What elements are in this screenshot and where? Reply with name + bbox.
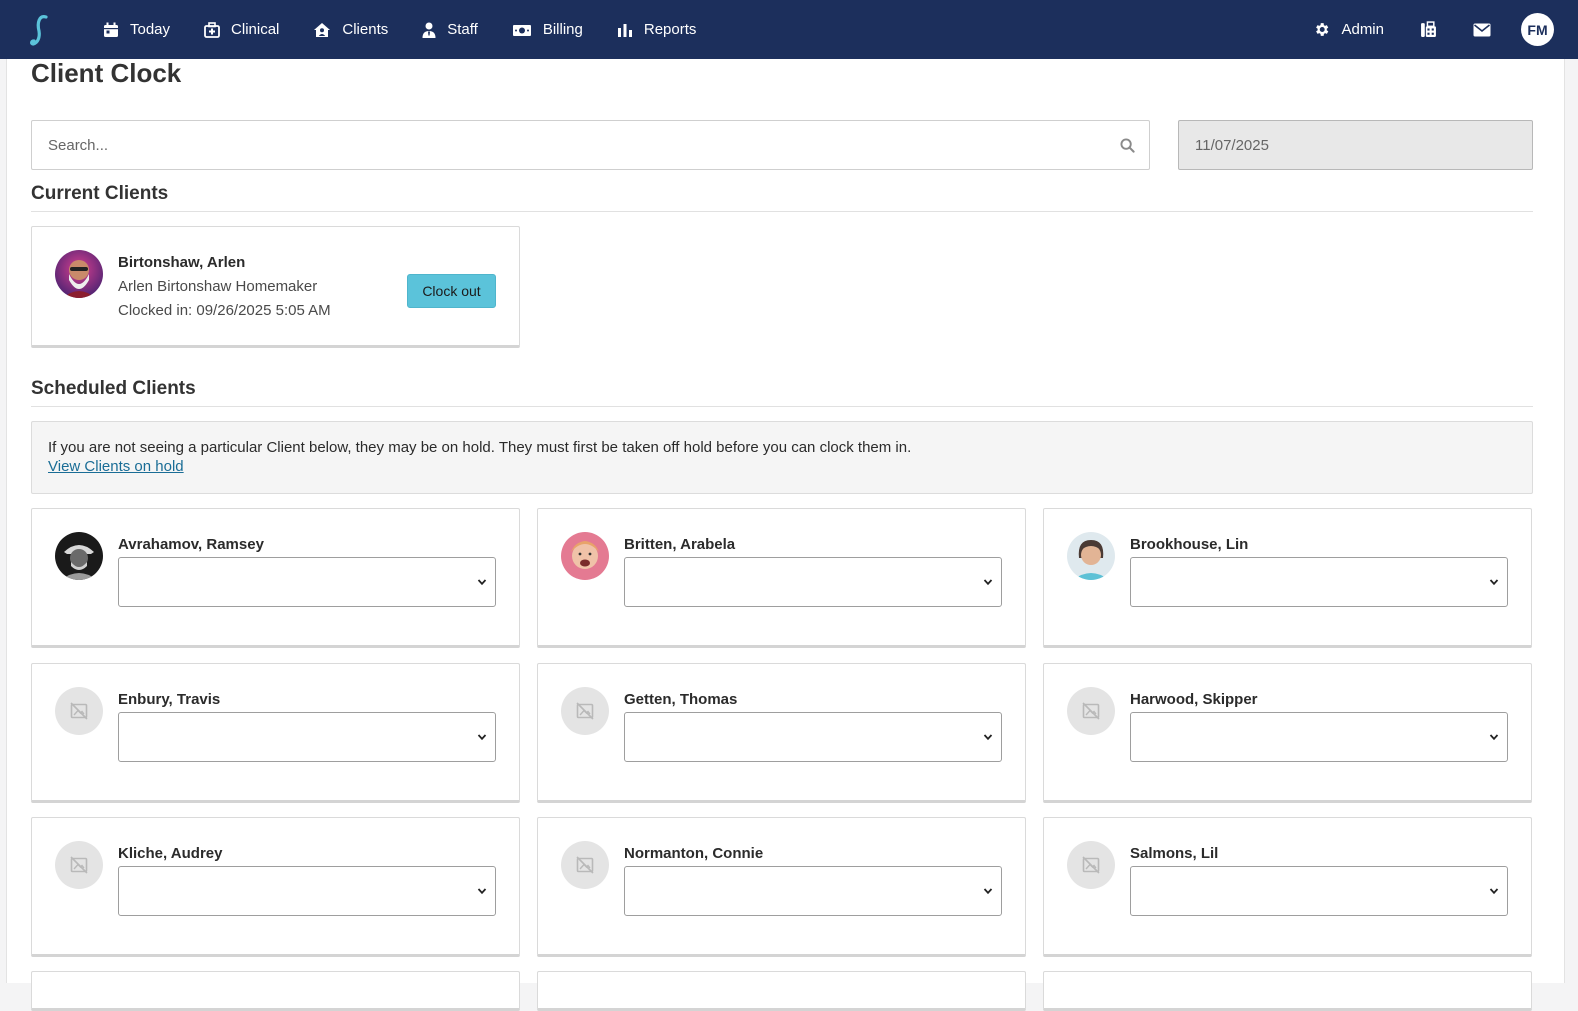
notice-text: If you are not seeing a particular Clien… (48, 439, 912, 456)
nav-clinical[interactable]: Clinical (187, 0, 296, 59)
client-service: Arlen Birtonshaw Homemaker (118, 278, 318, 295)
envelope-icon (1473, 23, 1491, 36)
chevron-down-icon (1489, 734, 1499, 741)
view-clients-on-hold-link[interactable]: View Clients on hold (48, 458, 184, 475)
money-icon (512, 24, 531, 36)
client-name: Brookhouse, Lin (1130, 536, 1249, 553)
bar-chart-icon (617, 23, 632, 37)
nav-reports[interactable]: Reports (600, 0, 714, 59)
current-client-card: Birtonshaw, Arlen Arlen Birtonshaw Homem… (31, 226, 520, 348)
nav-billing[interactable]: Billing (495, 0, 600, 59)
chevron-down-icon (983, 888, 993, 895)
nav-reports-label: Reports (643, 21, 697, 38)
service-select[interactable] (624, 712, 1002, 762)
section-divider (31, 406, 1533, 407)
service-select[interactable] (1130, 557, 1508, 607)
client-photo (561, 532, 609, 580)
service-select[interactable] (118, 866, 496, 916)
nav-staff-label: Staff (447, 21, 478, 38)
client-name: Salmons, Lil (1130, 845, 1219, 862)
nav-staff[interactable]: Staff (405, 0, 495, 59)
chevron-down-icon (1489, 579, 1499, 586)
user-tie-icon (422, 22, 436, 38)
service-select[interactable] (624, 557, 1002, 607)
scheduled-client-card: Salmons, Lil (1043, 817, 1532, 957)
chevron-down-icon (983, 734, 993, 741)
no-photo-icon (1067, 841, 1115, 889)
scheduled-client-card: Normanton, Connie (537, 817, 1026, 957)
top-navbar: Today Clinical Clients Staff Billing Rep… (0, 0, 1578, 59)
nav-admin[interactable]: Admin (1296, 0, 1401, 59)
clock-out-button[interactable]: Clock out (407, 274, 496, 308)
service-select[interactable] (118, 712, 496, 762)
nav-clients-label: Clients (342, 21, 389, 38)
date-field[interactable]: 11/07/2025 (1178, 120, 1533, 170)
chevron-down-icon (477, 734, 487, 741)
scheduled-client-card (1043, 971, 1532, 1011)
scheduled-client-card: Kliche, Audrey (31, 817, 520, 957)
scheduled-client-card: Enbury, Travis (31, 663, 520, 803)
messages-button[interactable] (1455, 0, 1509, 59)
page-title: Client Clock (31, 58, 182, 88)
client-photo (1067, 532, 1115, 580)
nav-today-label: Today (130, 21, 171, 38)
service-select[interactable] (118, 557, 496, 607)
user-avatar[interactable]: FM (1521, 13, 1554, 46)
chevron-down-icon (983, 579, 993, 586)
search-input[interactable] (32, 121, 1149, 169)
nav-clients[interactable]: Clients (296, 0, 405, 59)
search-box (31, 120, 1150, 170)
scheduled-client-card: Avrahamov, Ramsey (31, 508, 520, 648)
scheduled-client-card: Harwood, Skipper (1043, 663, 1532, 803)
client-name: Britten, Arabela (624, 536, 736, 553)
nav-billing-label: Billing (542, 21, 583, 38)
no-photo-icon (55, 841, 103, 889)
scheduled-clients-heading: Scheduled Clients (31, 378, 196, 399)
client-name: Harwood, Skipper (1130, 691, 1258, 708)
house-user-icon (314, 22, 331, 37)
no-photo-icon (561, 687, 609, 735)
chevron-down-icon (477, 888, 487, 895)
fax-button[interactable] (1401, 0, 1455, 59)
gear-icon (1316, 23, 1329, 36)
client-name: Birtonshaw, Arlen (118, 254, 246, 271)
scheduled-client-card (537, 971, 1026, 1011)
no-photo-icon (1067, 687, 1115, 735)
fax-icon (1420, 21, 1436, 37)
service-select[interactable] (1130, 712, 1508, 762)
no-photo-icon (561, 841, 609, 889)
client-name: Normanton, Connie (624, 845, 764, 862)
service-select[interactable] (624, 866, 1002, 916)
scheduled-client-card: Britten, Arabela (537, 508, 1026, 648)
chevron-down-icon (1489, 888, 1499, 895)
current-clients-heading: Current Clients (31, 183, 169, 204)
section-divider (31, 211, 1533, 212)
client-name: Avrahamov, Ramsey (118, 536, 264, 553)
client-photo (55, 532, 103, 580)
nav-clinical-label: Clinical (231, 21, 280, 38)
nav-today[interactable]: Today (86, 0, 187, 59)
client-name: Kliche, Audrey (118, 845, 223, 862)
medical-bag-icon (204, 21, 220, 38)
clocked-in-time: Clocked in: 09/26/2025 5:05 AM (118, 302, 331, 319)
scheduled-client-card: Brookhouse, Lin (1043, 508, 1532, 648)
main-content: Client Clock 11/07/2025 Current Clients … (6, 58, 1565, 1011)
service-select[interactable] (1130, 866, 1508, 916)
search-icon[interactable] (1120, 138, 1135, 153)
client-name: Getten, Thomas (624, 691, 738, 708)
client-photo (55, 250, 103, 298)
client-name: Enbury, Travis (118, 691, 221, 708)
on-hold-notice: If you are not seeing a particular Clien… (31, 421, 1533, 494)
app-logo-icon[interactable] (20, 10, 60, 50)
scheduled-client-card: Getten, Thomas (537, 663, 1026, 803)
no-photo-icon (55, 687, 103, 735)
scheduled-client-card (31, 971, 520, 1011)
chevron-down-icon (477, 579, 487, 586)
nav-admin-label: Admin (1341, 21, 1384, 38)
calendar-icon (104, 22, 118, 37)
